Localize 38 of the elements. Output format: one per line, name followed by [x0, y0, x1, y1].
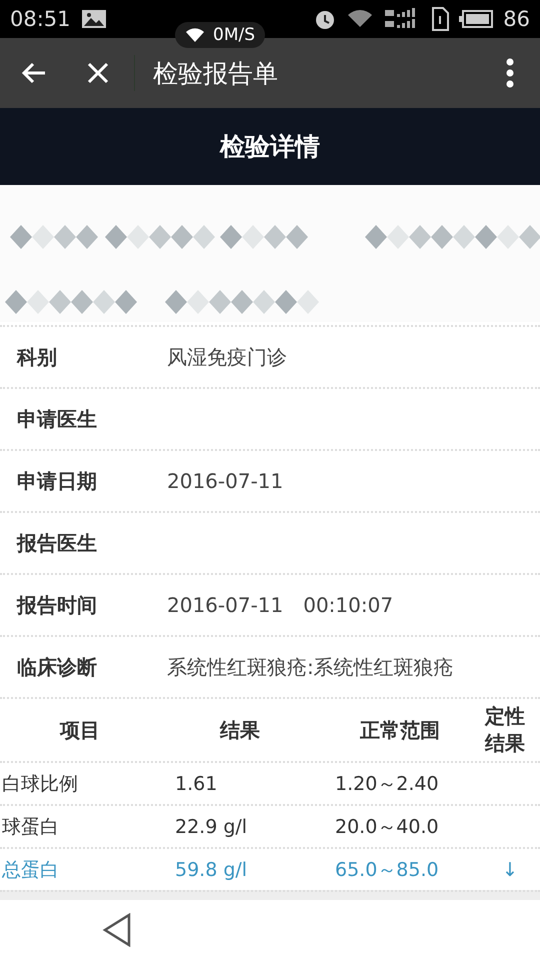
- more-icon: [506, 58, 514, 88]
- back-arrow-icon: [21, 62, 47, 84]
- network-speed: 0M/S: [213, 25, 256, 45]
- table-cell-text: 1.61: [175, 772, 218, 794]
- close-icon: [87, 62, 109, 84]
- section-title: 检验详情: [220, 131, 320, 163]
- table-cell-text: ↓: [501, 858, 519, 880]
- wifi-icon: [347, 9, 374, 29]
- table-cell-text: 22.9 g/l: [175, 816, 248, 838]
- column-header: 定性结果: [484, 703, 526, 757]
- field-label: 临床诊断: [16, 654, 98, 680]
- field-value: 风湿免疫门诊: [167, 344, 287, 370]
- table-cell-text: 总蛋白: [1, 858, 60, 882]
- back-nav-icon[interactable]: [102, 913, 132, 947]
- table-cell-text: 59.8 g/l: [175, 858, 248, 880]
- image-icon: [80, 9, 107, 29]
- column-header: 结果: [218, 716, 261, 744]
- field-value: 2016-07-11: [167, 469, 284, 493]
- field-value: 系统性红斑狼疮:系统性红斑狼疮: [167, 654, 454, 680]
- field-label: 科别: [16, 344, 58, 370]
- wifi-icon: [185, 27, 205, 43]
- table-cell-text: 球蛋白: [1, 814, 60, 840]
- clock-time: 08:51: [10, 7, 71, 31]
- page-title: 检验报告单: [153, 58, 278, 90]
- sim-card-icon: [431, 7, 450, 31]
- field-value: 2016-07-11 00:10:07: [167, 592, 394, 618]
- table-cell-text: 20.0～40.0: [335, 814, 440, 840]
- table-cell-text: 65.0～85.0: [335, 858, 440, 882]
- table-cell-text: 1.20～2.40: [335, 772, 440, 796]
- table-cell-text: 白球比例: [1, 772, 79, 796]
- field-label: 申请医生: [16, 406, 98, 432]
- field-label: 申请日期: [16, 468, 98, 494]
- field-label: 报告医生: [16, 530, 98, 556]
- column-header: 项目: [58, 716, 101, 744]
- field-label: 报告时间: [16, 592, 98, 618]
- battery-level: 86: [503, 7, 530, 31]
- column-header: 正常范围: [359, 716, 441, 744]
- battery-icon: [459, 10, 494, 28]
